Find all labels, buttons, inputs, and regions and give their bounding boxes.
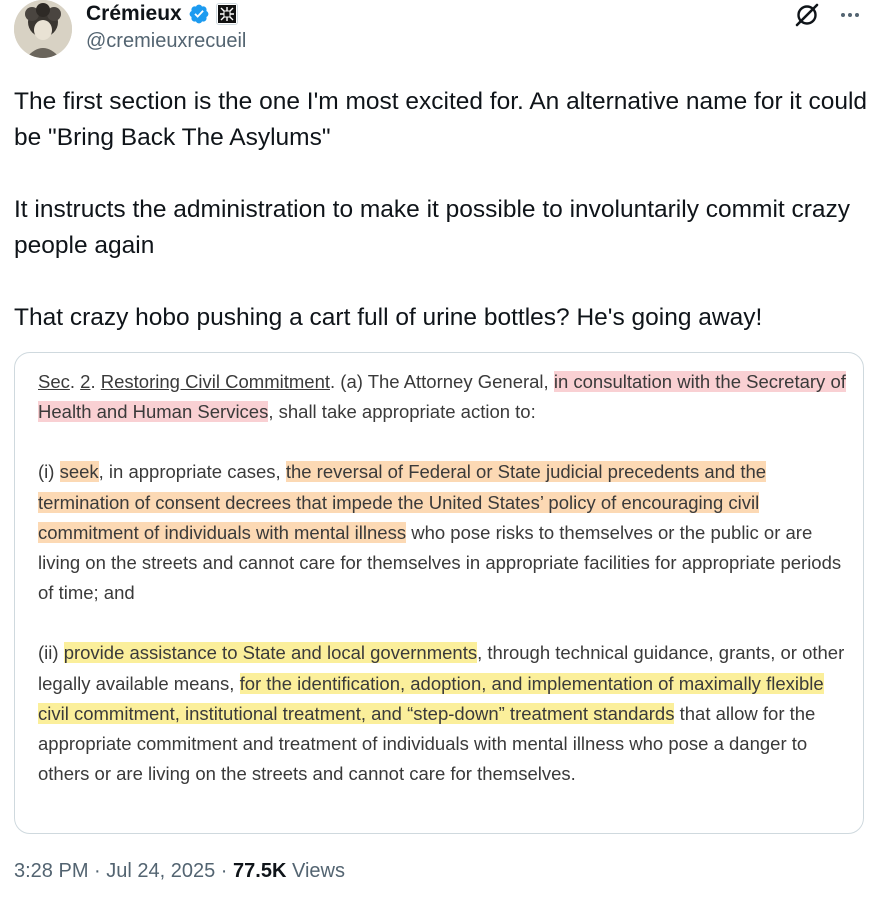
more-icon[interactable] [838,3,862,27]
section-punct: . [90,371,101,392]
verified-badge-icon[interactable] [188,3,210,25]
tweet-paragraph: The first section is the one I'm most ex… [14,88,868,151]
affiliate-logo-icon [217,5,236,23]
clause-i: (i) seek, in appropriate cases, the reve… [38,457,848,608]
author-name[interactable]: Crémieux [86,2,182,26]
tweet-date[interactable]: Jul 24, 2025 [106,860,215,882]
section-number: 2 [80,371,91,392]
tweet-paragraph: It instructs the administration to make … [14,196,851,259]
clause-marker: (ii) [38,642,64,664]
highlight-yellow: provide assistance to State and local go… [63,642,478,664]
tweet-meta: 3:28 PM · Jul 24, 2025 · 77.5K Views [14,860,345,883]
section-tail: , shall take appropriate action to: [268,401,536,423]
attached-image[interactable]: Sec. 2. Restoring Civil Commitment. (a) … [14,352,864,834]
header-actions [794,2,862,28]
avatar-image [14,0,72,58]
section-title: Restoring Civil Commitment [100,371,330,392]
section-heading-paragraph: Sec. 2. Restoring Civil Commitment. (a) … [38,367,848,427]
highlight-orange: seek [59,461,99,483]
author-handle[interactable]: @cremieuxrecueil [86,30,246,53]
views-count: 77.5K [233,860,287,882]
author-row: Crémieux [86,0,238,28]
section-label: Sec [38,371,70,392]
tweet-text: The first section is the one I'm most ex… [14,84,874,336]
affiliate-badge-icon[interactable] [215,3,238,25]
meta-separator: · [215,860,234,882]
clause-text: , in appropriate cases, [98,461,286,483]
clause-marker: (i) [38,461,60,483]
section-lead: . (a) The Attorney General, [330,371,554,392]
clause-ii: (ii) provide assistance to State and loc… [38,638,848,789]
avatar[interactable] [14,0,72,58]
tweet-time[interactable]: 3:28 PM [14,860,88,882]
section-punct: . [69,371,81,392]
grok-icon[interactable] [794,2,820,28]
meta-separator: · [88,860,107,882]
document-excerpt: Sec. 2. Restoring Civil Commitment. (a) … [38,367,848,789]
views-label: Views [286,860,345,882]
tweet-paragraph: That crazy hobo pushing a cart full of u… [14,304,763,331]
